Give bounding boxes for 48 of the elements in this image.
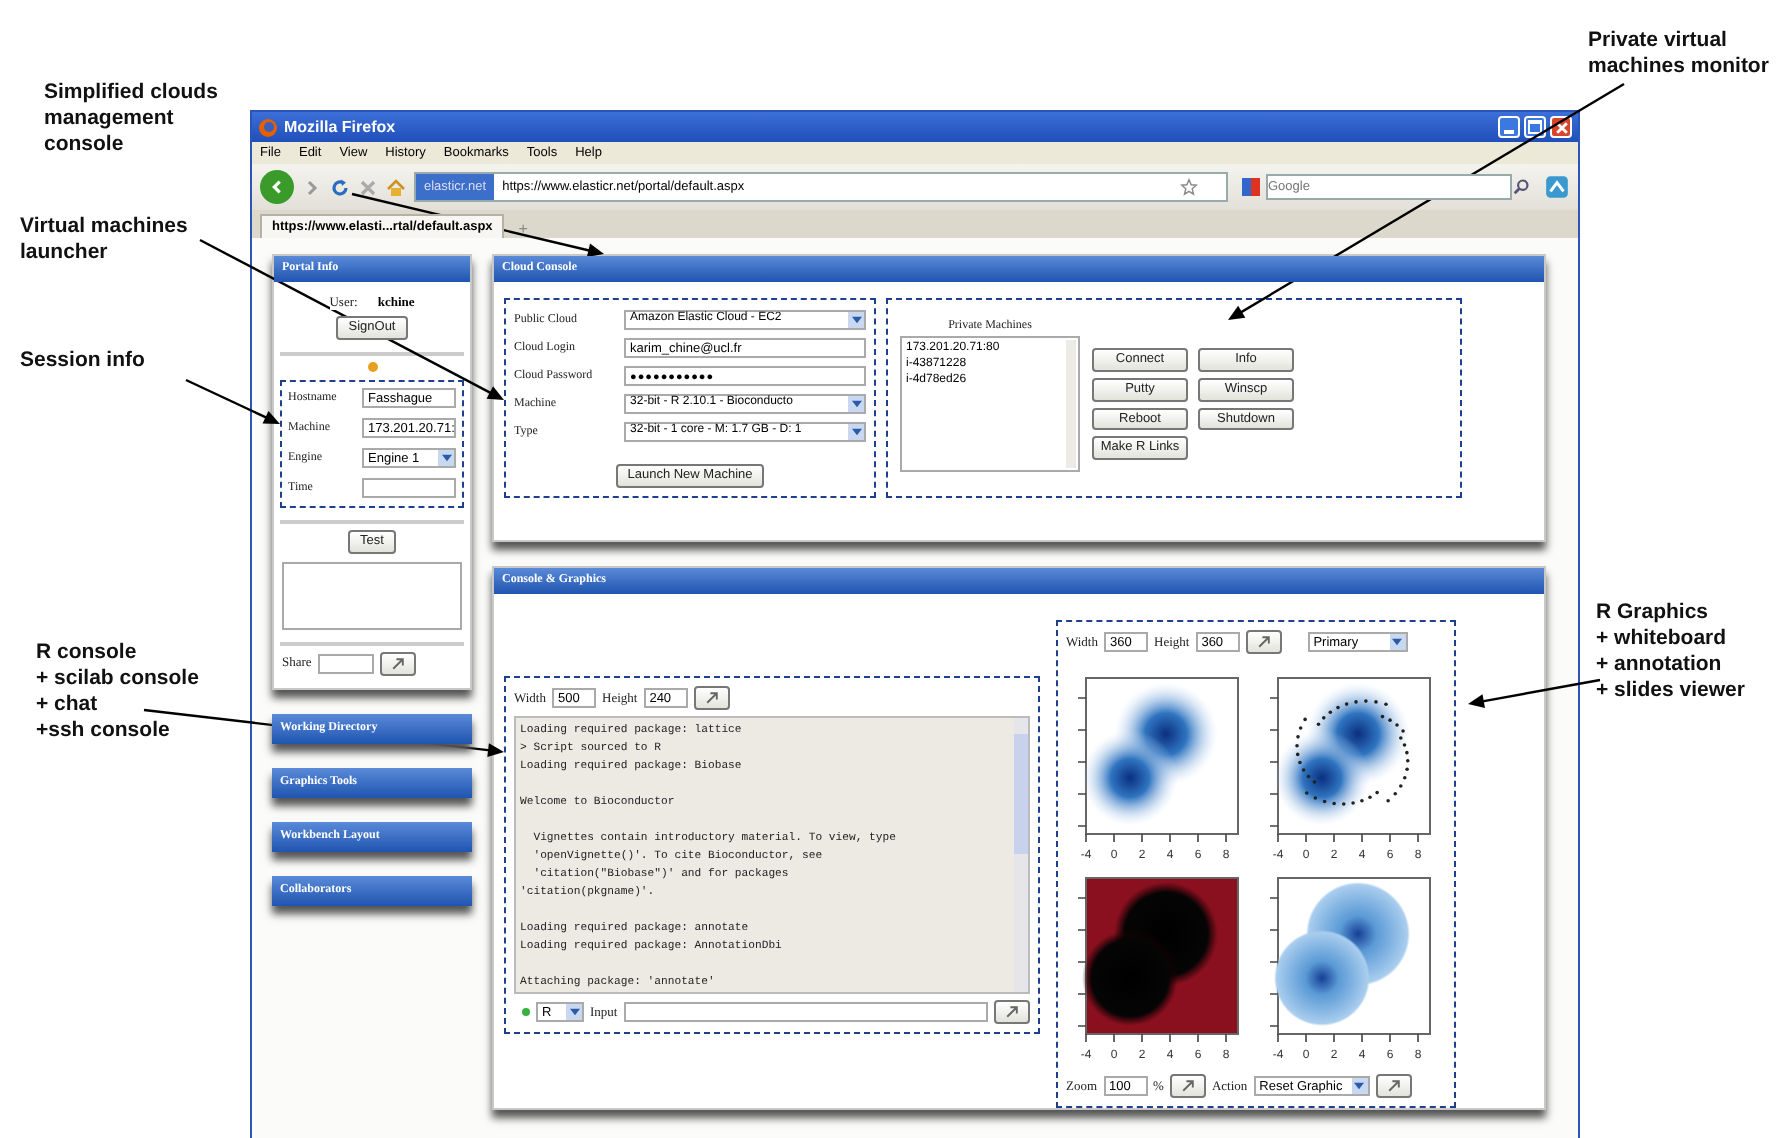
- input-field[interactable]: [317, 653, 374, 674]
- send-button[interactable]: [379, 651, 416, 676]
- browser-logo-icon: [258, 117, 278, 137]
- annotation-label: Session info: [20, 348, 145, 374]
- arrow-icon: [1255, 634, 1272, 650]
- stop-icon[interactable]: [358, 177, 378, 197]
- leader-arrow: [1468, 678, 1601, 708]
- scrollbar[interactable]: [1066, 340, 1076, 468]
- arrow-icon: [1179, 1078, 1196, 1094]
- home-icon[interactable]: [386, 177, 406, 197]
- arrow-icon: [1385, 1078, 1402, 1094]
- annotation-label: R Graphics + whiteboard + annotation + slides viewer: [1596, 600, 1745, 704]
- text-area[interactable]: [282, 561, 462, 630]
- caret-icon: [1392, 638, 1403, 646]
- caret-icon: [569, 1008, 579, 1016]
- annotation-label: Private virtual machines monitor: [1588, 28, 1769, 80]
- caret-icon: [851, 399, 861, 407]
- back-icon: [268, 178, 286, 196]
- caret-icon: [441, 454, 451, 463]
- addon-icon[interactable]: [1544, 174, 1570, 200]
- apply-button[interactable]: [693, 686, 730, 710]
- forward-icon[interactable]: [302, 177, 322, 197]
- input-field[interactable]: [362, 478, 456, 499]
- back-button[interactable]: [260, 170, 294, 204]
- maximize-button[interactable]: [1524, 116, 1546, 138]
- caret-icon: [1354, 1082, 1365, 1090]
- annotation-label: Simplified clouds management console: [44, 80, 218, 158]
- reload-icon[interactable]: [330, 177, 350, 197]
- star-icon[interactable]: [1180, 178, 1198, 196]
- send-button[interactable]: [994, 1000, 1030, 1024]
- annotation-label: Virtual machines launcher: [20, 214, 188, 266]
- status-dot-icon: [522, 1008, 530, 1016]
- apply-button[interactable]: [1375, 1074, 1412, 1098]
- scrollbar[interactable]: [1014, 718, 1028, 992]
- window-title: Mozilla Firefox: [284, 118, 398, 136]
- arrow-icon: [703, 690, 720, 706]
- console-input-field[interactable]: [623, 1002, 988, 1022]
- caret-icon: [851, 315, 861, 323]
- apply-button[interactable]: [1245, 630, 1282, 654]
- minimize-button[interactable]: [1498, 116, 1520, 138]
- close-icon: [1553, 119, 1569, 135]
- arrow-icon: [389, 655, 406, 672]
- apply-button[interactable]: [1169, 1074, 1206, 1098]
- caret-icon: [851, 427, 861, 435]
- status-dot-icon: [367, 361, 377, 372]
- annotation-label: R console + scilab console + chat +ssh console: [36, 640, 199, 744]
- search-icon[interactable]: [1512, 178, 1530, 196]
- arrow-icon: [1004, 1004, 1020, 1020]
